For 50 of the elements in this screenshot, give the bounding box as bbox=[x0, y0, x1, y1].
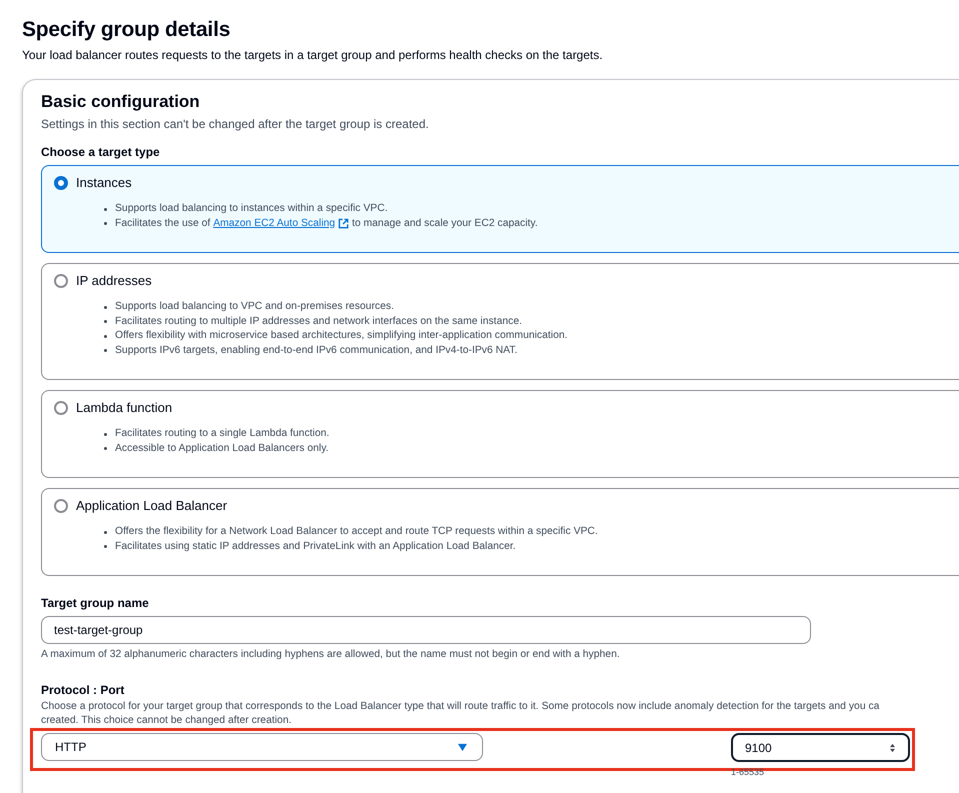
page-title: Specify group details bbox=[22, 18, 232, 42]
bullet-icon bbox=[104, 334, 107, 338]
radio-button[interactable] bbox=[54, 274, 68, 288]
bullet-icon bbox=[104, 320, 107, 324]
bullet-text: Facilitates the use of bbox=[115, 216, 212, 230]
page-description: Your load balancer routes requests to the targets in a target group and performs health checks on the targets. bbox=[22, 48, 604, 62]
option-card[interactable]: Instances Supports load balancing to instances within a specific VPC. Facilitates the use of Amazon EC2 Auto Scaling to manage and scale your EC2 capacity. bbox=[41, 165, 959, 253]
field-label: Target group name bbox=[41, 596, 150, 610]
option-label: Application Load Balancer bbox=[76, 498, 228, 513]
bullet-text: Offers the flexibility for a Network Load Balancer to accept and route TCP requests within a specific VPC. bbox=[115, 525, 598, 539]
option-label: IP addresses bbox=[76, 273, 152, 288]
bullet-text: Facilitates routing to multiple IP addresses and network interfaces on the same instance. bbox=[115, 314, 522, 328]
option-label: Lambda function bbox=[76, 400, 172, 415]
bullet-icon bbox=[104, 222, 107, 226]
section-description: Settings in this section can't be changed after the target group is created. bbox=[41, 117, 430, 131]
bullet-icon bbox=[104, 447, 107, 450]
radio-button[interactable] bbox=[54, 400, 68, 414]
port-field[interactable]: 9100 bbox=[731, 733, 910, 762]
radio-button[interactable] bbox=[54, 176, 68, 190]
bullet-text: Offers flexibility with microservice based architectures, simplifying inter-application communication. bbox=[115, 329, 568, 343]
bullet-text: Supports load balancing to instances within a specific VPC. bbox=[115, 202, 388, 216]
bullet-icon bbox=[104, 545, 107, 548]
option-label: Instances bbox=[76, 175, 132, 190]
bullet-text: to manage and scale your EC2 capacity. bbox=[350, 216, 538, 230]
external-link-icon[interactable] bbox=[338, 218, 350, 230]
bullet-icon bbox=[104, 530, 107, 534]
option-card[interactable] bbox=[41, 488, 959, 576]
section-title: Basic configuration bbox=[41, 92, 201, 112]
option-card[interactable]: Lambda function Facilitates routing to a single Lambda function. Accessible to Application Load Balancers only. bbox=[41, 390, 959, 478]
option-card[interactable] bbox=[41, 263, 959, 380]
caret-icon bbox=[457, 742, 468, 752]
bullet-text: Supports load balancing to VPC and on-premises resources. bbox=[115, 300, 394, 314]
field-hint: A maximum of 32 alphanumeric characters including hyphens are allowed, but the name must not begin or end with a hyphen. bbox=[41, 649, 621, 660]
bullet-text: Facilitates using static IP addresses and PrivateLink with an Application Load Balancer. bbox=[115, 540, 516, 554]
bullet-text: Facilitates routing to a single Lambda function. bbox=[115, 427, 330, 441]
radio-button[interactable] bbox=[54, 498, 68, 512]
bullet-icon bbox=[104, 306, 107, 309]
text-field[interactable]: test-target-group bbox=[41, 616, 811, 644]
bullet-icon bbox=[104, 432, 107, 436]
field-description: Choose a protocol for your target group that corresponds to the Load Balancer type that will route traffic to it. Some protocols now include anomaly detection for the targets and you ca bbox=[41, 700, 880, 714]
bullet-text: Supports IPv6 targets, enabling end-to-end IPv6 communication, and IPv4-to-IPv6 NAT. bbox=[115, 344, 518, 358]
bullet-icon bbox=[104, 208, 107, 211]
external-link[interactable]: Amazon EC2 Auto Scaling bbox=[213, 216, 336, 231]
bullet-icon bbox=[104, 349, 107, 352]
field-label: Choose a target type bbox=[41, 145, 161, 159]
field-label: Protocol : Port bbox=[41, 683, 126, 697]
stepper-icon bbox=[889, 742, 896, 752]
field-description: created. This choice cannot be changed after creation. bbox=[41, 714, 292, 728]
protocol-dropdown[interactable]: HTTP bbox=[41, 733, 483, 761]
bullet-text: Accessible to Application Load Balancers only. bbox=[115, 442, 329, 456]
